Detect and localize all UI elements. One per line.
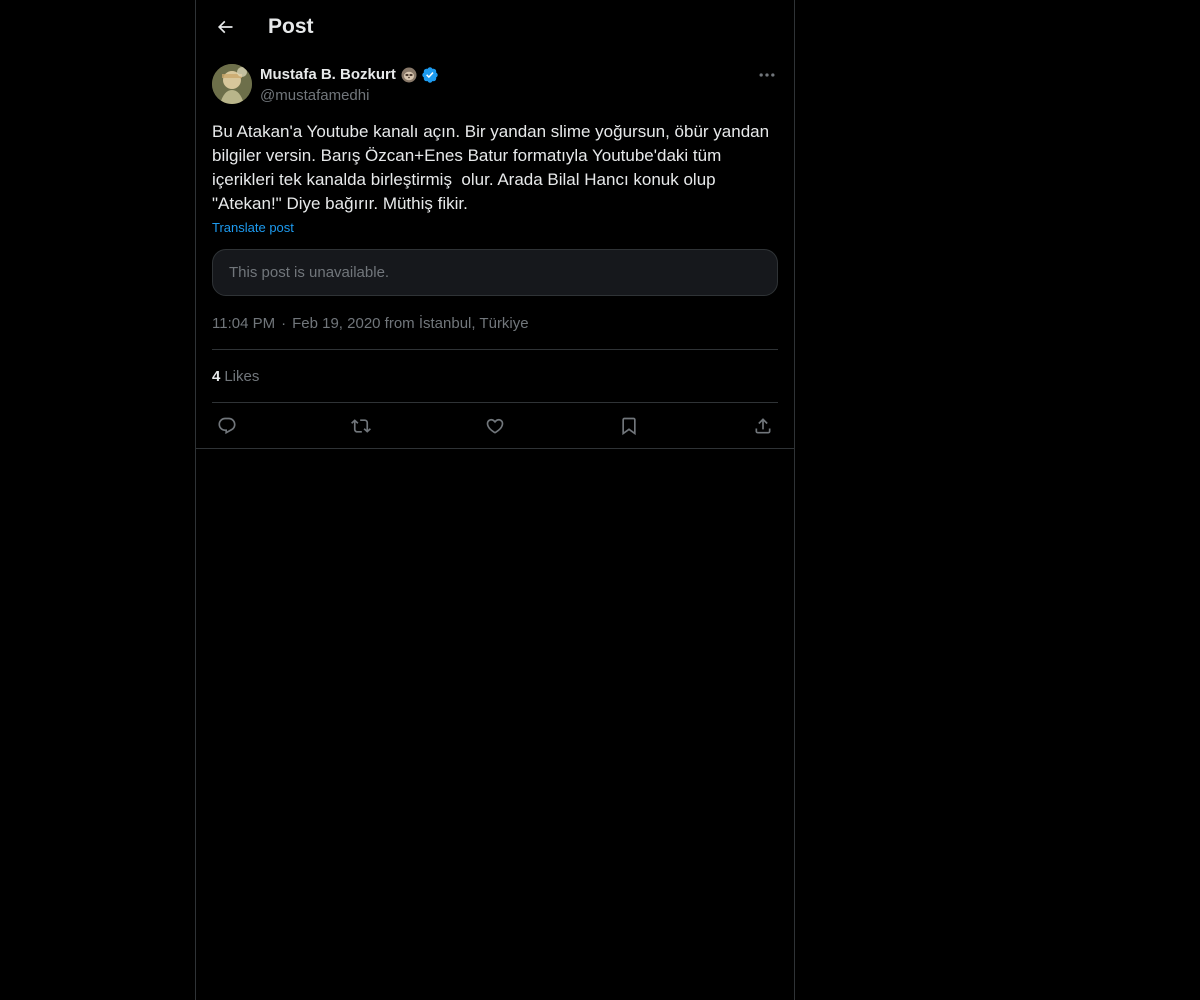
post-text: Bu Atakan'a Youtube kanalı açın. Bir yan… (212, 122, 774, 213)
post-detail: Mustafa B. Bozkurt @mustafamedhi Bu Atak… (212, 64, 778, 450)
reply-icon (218, 417, 236, 435)
back-button[interactable] (208, 10, 242, 44)
post-time[interactable]: 11:04 PM (212, 315, 275, 332)
author-row: Mustafa B. Bozkurt @mustafamedhi (212, 64, 778, 108)
reply-button[interactable] (216, 415, 238, 437)
more-icon (759, 73, 775, 77)
like-button[interactable] (484, 415, 506, 437)
likes-label: Likes (224, 367, 260, 385)
avatar[interactable] (212, 64, 252, 104)
meta-separator: · (281, 315, 287, 332)
like-icon (486, 418, 504, 434)
repost-icon (351, 419, 371, 433)
verified-badge-icon[interactable] (421, 66, 439, 84)
post-meta: 11:04 PM · Feb 19, 2020 from İstanbul, Tür… (212, 314, 778, 334)
share-button[interactable] (752, 415, 774, 437)
post-bottom-divider (196, 448, 794, 449)
repost-button[interactable] (350, 415, 372, 437)
username[interactable]: @mustafamedhi (260, 86, 439, 106)
post-actions (212, 403, 778, 450)
more-options-button[interactable] (756, 64, 778, 86)
display-name-row: Mustafa B. Bozkurt (260, 64, 439, 86)
translate-post-link[interactable]: Translate post (212, 220, 294, 236)
primary-column: Post Mustafa B. Bozkurt @mustafamedhi Bu… (195, 0, 795, 1000)
sloth-emoji-icon (400, 66, 418, 84)
display-name[interactable]: Mustafa B. Bozkurt (260, 65, 396, 85)
bookmark-icon (622, 417, 636, 436)
likes-count: 4 (212, 367, 221, 385)
quoted-post: This post is unavailable. (212, 249, 778, 296)
page-header: Post (196, 0, 794, 53)
author-names: Mustafa B. Bozkurt @mustafamedhi (260, 64, 439, 106)
avatar-image (212, 64, 252, 104)
arrow-left-icon (217, 20, 233, 34)
post-date-location[interactable]: Feb 19, 2020 from İstanbul, Türkiye (292, 315, 529, 332)
quoted-post-unavailable-text: This post is unavailable. (229, 264, 390, 281)
page-title: Post (268, 15, 314, 38)
likes-row[interactable]: 4 Likes (212, 350, 778, 402)
bookmark-button[interactable] (618, 415, 640, 437)
share-icon (755, 418, 771, 434)
